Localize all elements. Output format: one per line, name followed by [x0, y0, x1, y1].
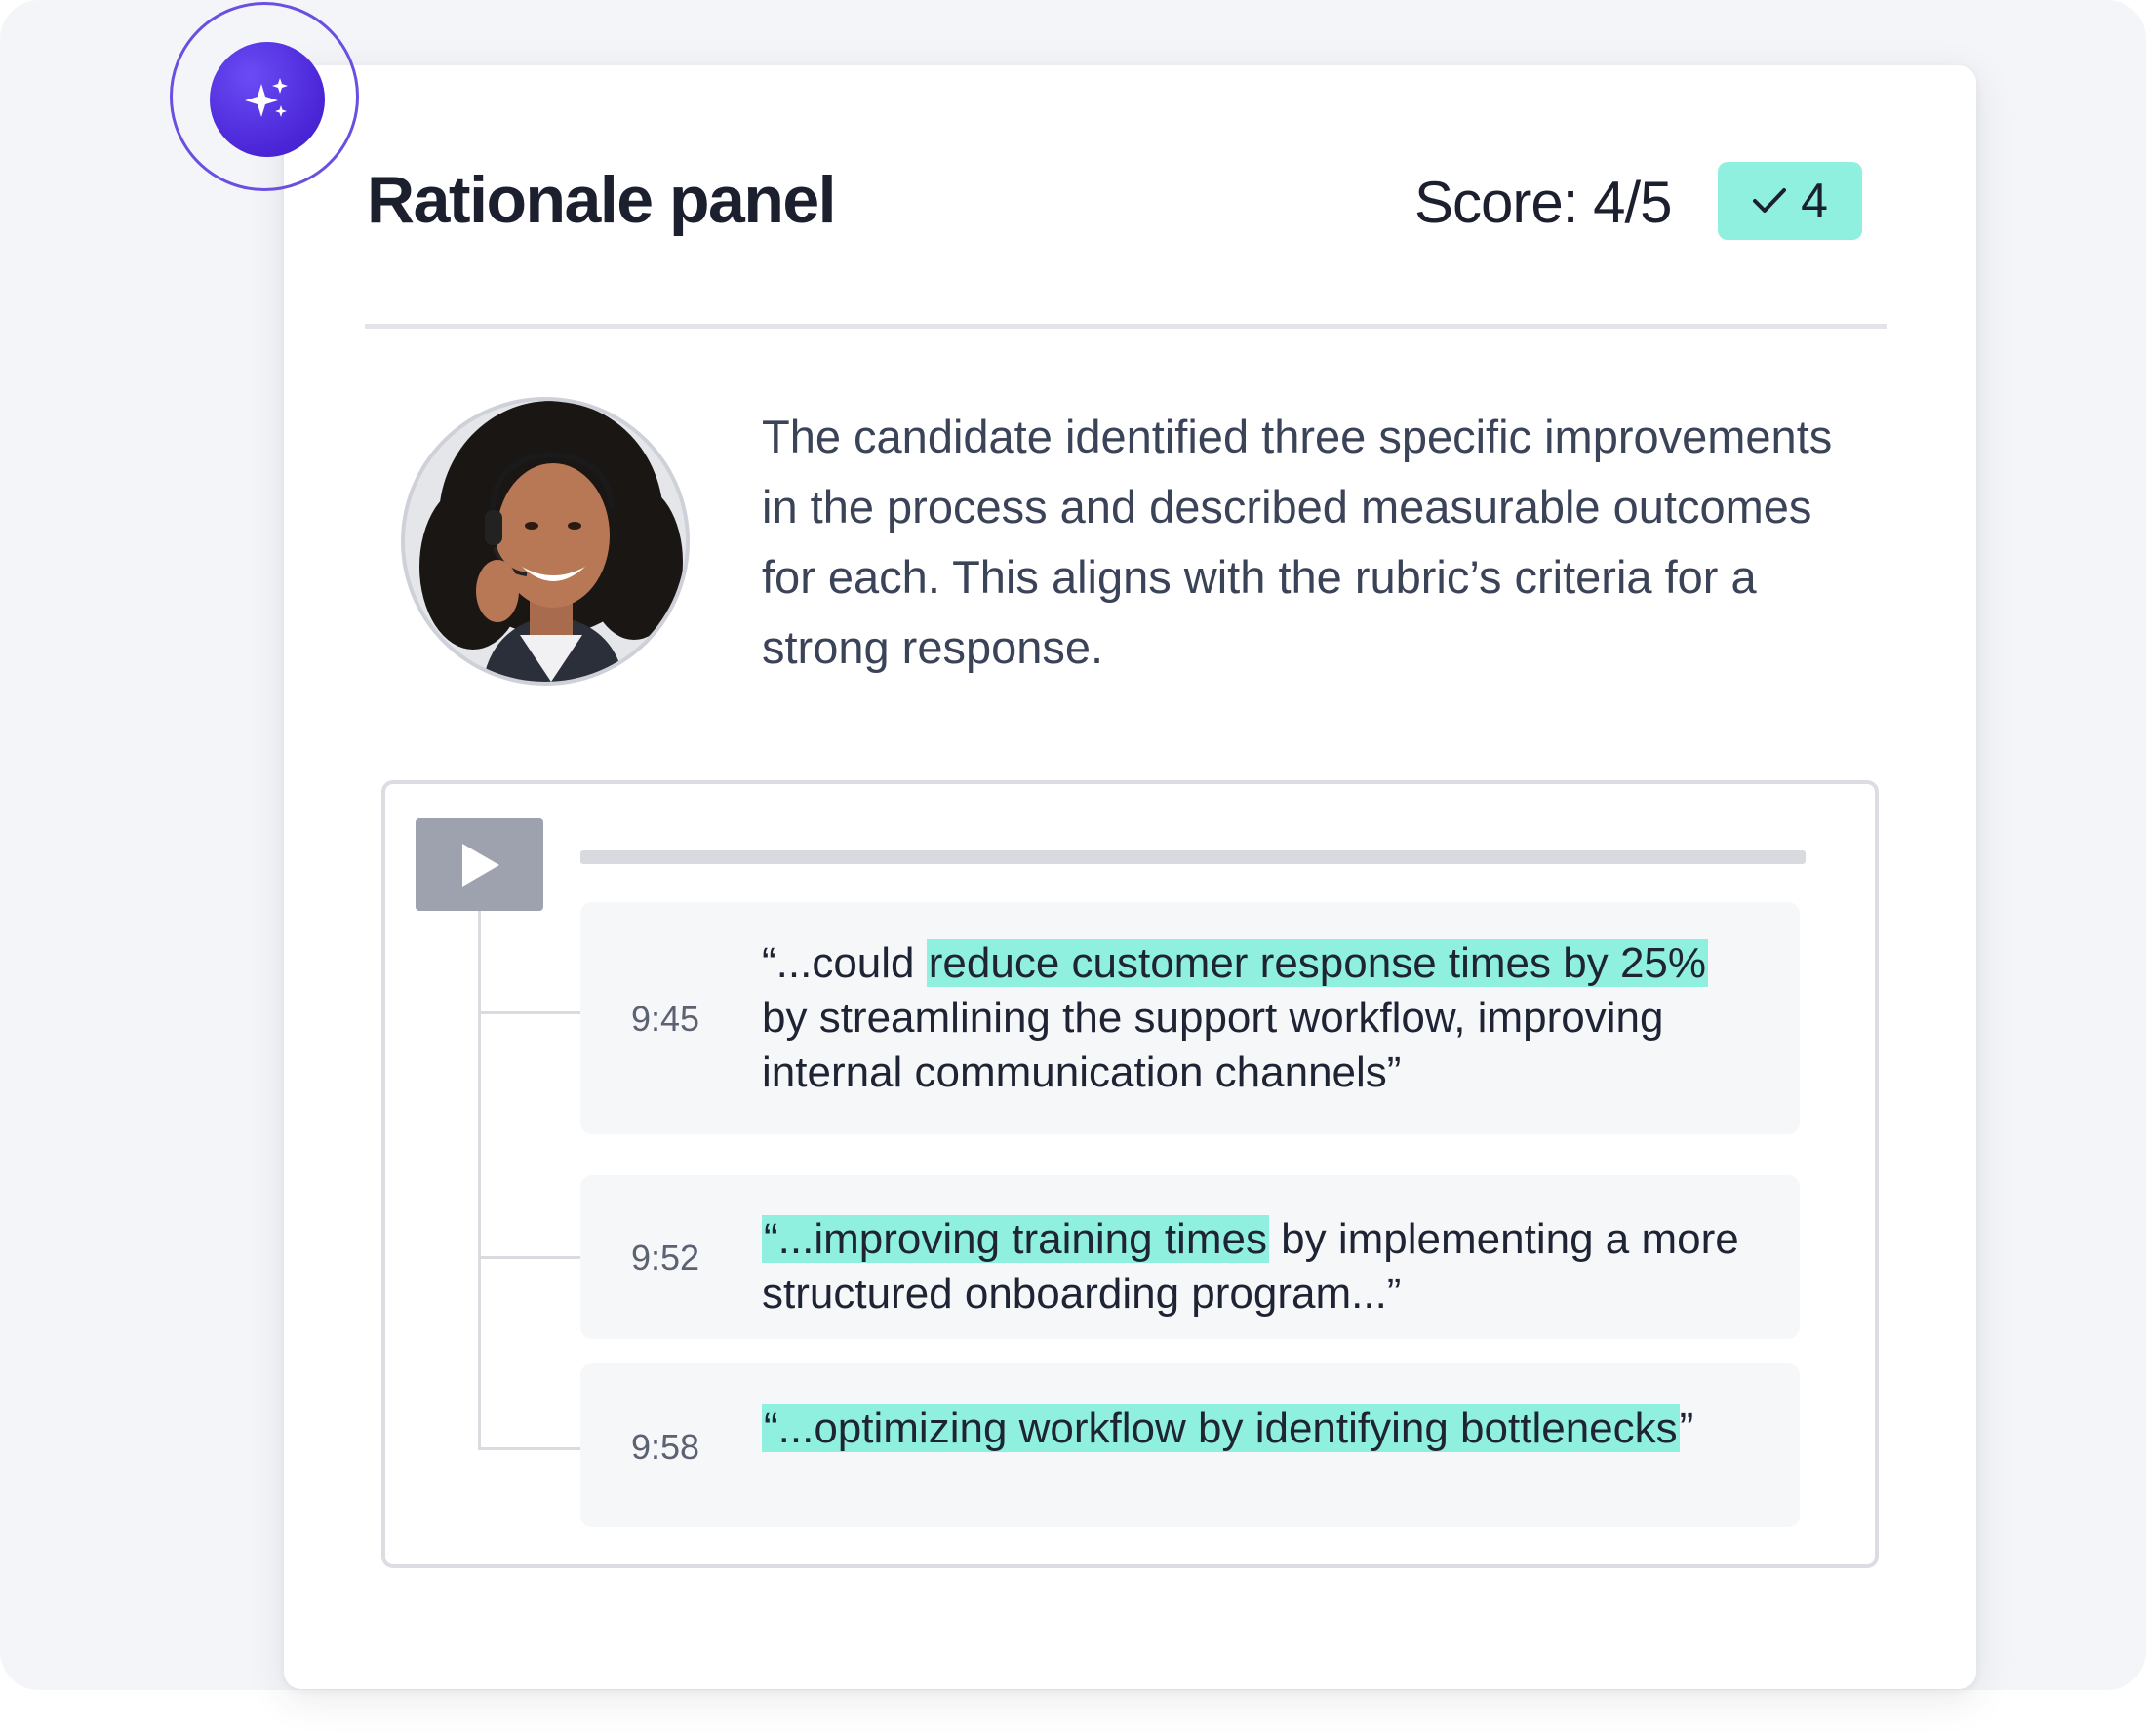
quote-highlight: “...optimizing workflow by identifying b… — [762, 1404, 1680, 1452]
quote-highlight: reduce customer response times by 25% — [926, 939, 1709, 987]
timeline-connector — [478, 911, 481, 1449]
timestamp[interactable]: 9:58 — [631, 1428, 699, 1467]
timeline-branch — [478, 1447, 580, 1450]
play-icon — [461, 843, 499, 887]
page-title: Rationale panel — [367, 163, 837, 237]
quote-text: “...optimizing workflow by identifying b… — [762, 1401, 1757, 1456]
quote-text: “...could reduce customer response times… — [762, 936, 1757, 1100]
check-icon — [1753, 188, 1787, 213]
play-button[interactable] — [416, 818, 543, 911]
avatar — [401, 397, 690, 686]
quote-text-post: ” — [1679, 1404, 1694, 1452]
video-timeline[interactable] — [580, 850, 1806, 864]
quote-text: “...improving training times by implemen… — [762, 1212, 1757, 1322]
timestamp[interactable]: 9:45 — [631, 1000, 699, 1039]
quote-text-pre: “...could — [762, 939, 927, 987]
timeline-branch — [478, 1256, 580, 1259]
timeline-branch — [478, 1011, 580, 1014]
quote-text-post: by streamlining the support workflow, im… — [762, 994, 1664, 1096]
score-label: Score: 4/5 — [1414, 170, 1672, 235]
ai-badge — [210, 42, 325, 157]
rationale-text: The candidate identified three specific … — [762, 411, 1833, 673]
score-badge: 4 — [1718, 162, 1862, 240]
header-divider — [365, 324, 1887, 329]
sparkles-icon — [245, 78, 288, 117]
score-badge-value: 4 — [1801, 174, 1828, 228]
timestamp[interactable]: 9:52 — [631, 1239, 699, 1278]
quote-highlight: “...improving training times — [762, 1215, 1269, 1263]
